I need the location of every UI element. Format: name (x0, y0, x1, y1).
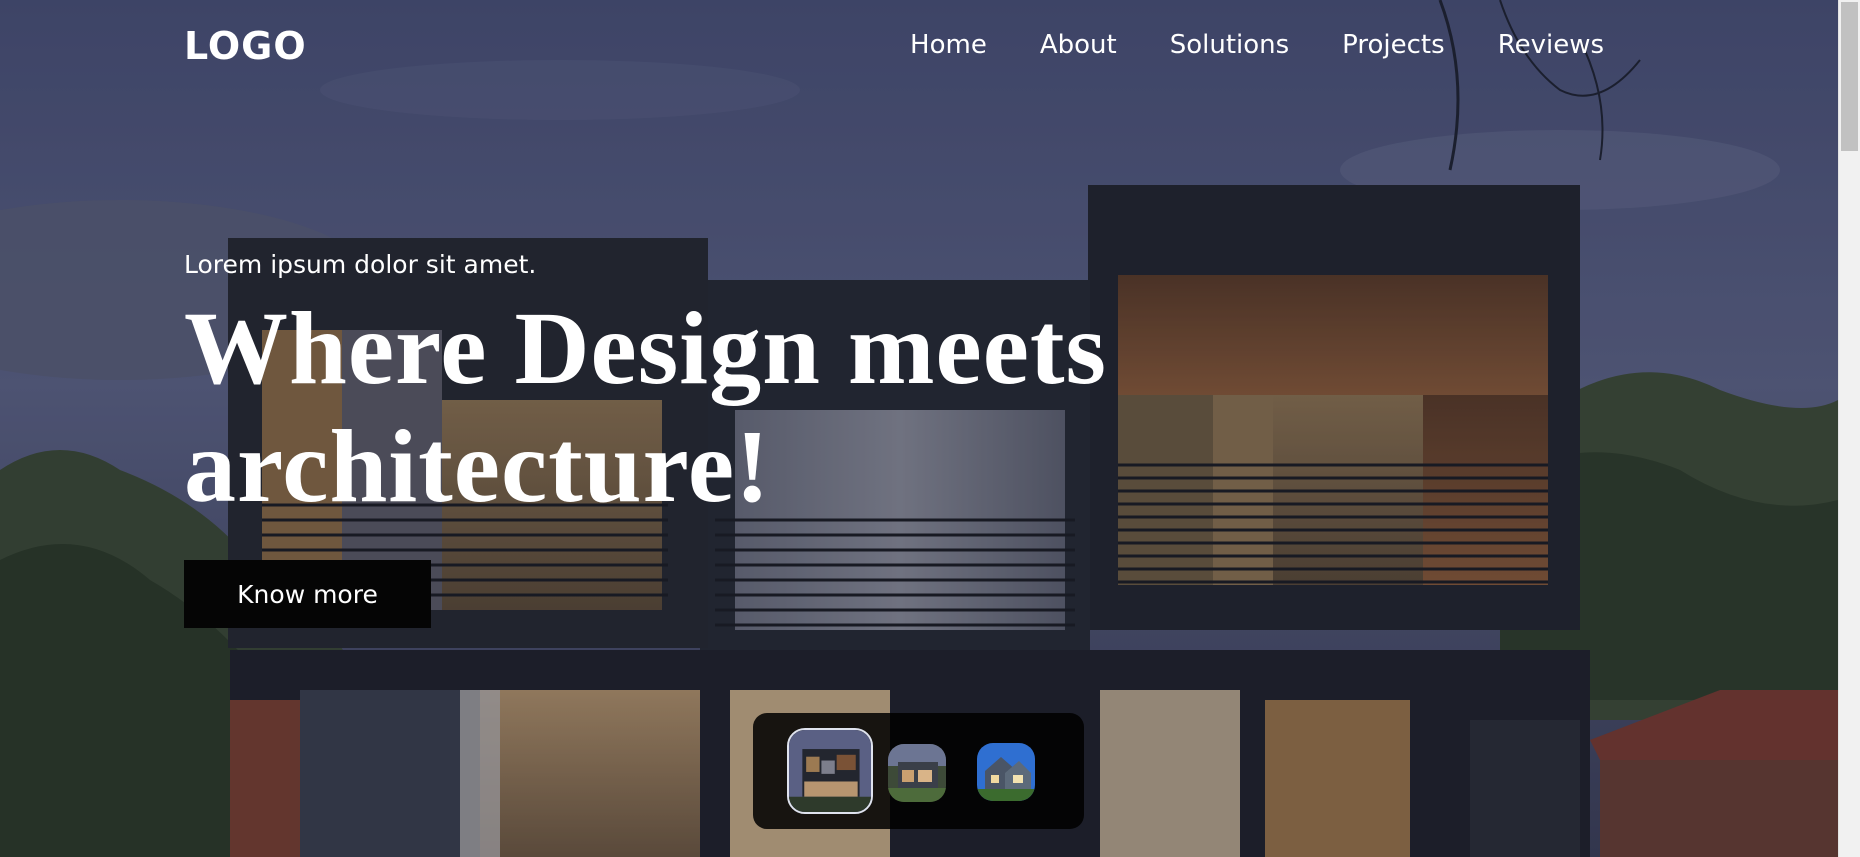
nav-link-solutions[interactable]: Solutions (1170, 24, 1289, 66)
nav-link-projects[interactable]: Projects (1342, 24, 1445, 66)
nav-link-home[interactable]: Home (910, 24, 987, 66)
nav-links: Home About Solutions Projects Reviews (857, 24, 1604, 66)
navbar: LOGO Home About Solutions Projects Revie… (184, 24, 1604, 68)
gallery-thumbnail-3[interactable] (977, 743, 1035, 801)
hero-kicker: Lorem ipsum dolor sit amet. (184, 250, 537, 279)
nav-link-reviews[interactable]: Reviews (1498, 24, 1604, 66)
nav-link-about[interactable]: About (1040, 24, 1117, 66)
scrollbar-thumb[interactable] (1841, 2, 1858, 151)
house-dusk-thumbnail-image (789, 730, 871, 812)
hero-headline-line-2: architecture! (184, 409, 771, 524)
gallery-thumbnail-1[interactable] (787, 728, 873, 814)
hero-headline: Where Design meets architecture! (184, 290, 1164, 526)
thumbnail-gallery (753, 713, 1084, 829)
logo[interactable]: LOGO (184, 24, 307, 68)
house-garden-thumbnail-image (888, 744, 946, 802)
vertical-scrollbar[interactable] (1838, 0, 1860, 857)
hero-headline-line-1: Where Design meets (184, 291, 1107, 406)
know-more-button[interactable]: Know more (184, 560, 431, 628)
house-blue-sky-thumbnail-image (977, 743, 1035, 801)
page: LOGO Home About Solutions Projects Revie… (0, 0, 1838, 857)
gallery-thumbnail-2[interactable] (888, 744, 946, 802)
